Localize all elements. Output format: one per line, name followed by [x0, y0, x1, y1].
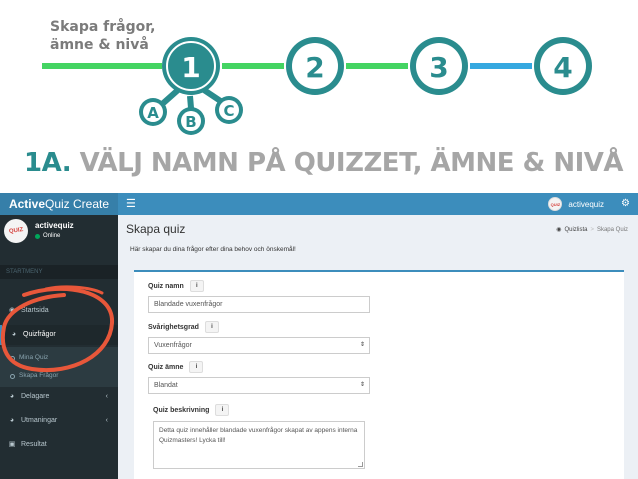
- sidebar-item-resultat[interactable]: ▣ Resultat: [0, 435, 118, 455]
- quiz-name-label: Quiz namn i: [148, 280, 204, 292]
- sidebar-item-label: Quizfrågor: [23, 331, 56, 338]
- user-menu[interactable]: QUIZ activequiz: [548, 196, 604, 212]
- step-3-label: 3: [429, 51, 448, 84]
- gears-icon[interactable]: ⚙: [621, 193, 630, 215]
- page-heading: 1A. VÄLJ NAMN PÅ QUIZZET, ÄMNE & NIVÅ: [24, 148, 624, 178]
- step-line-svg: 1 2 3 4 A B C: [42, 37, 592, 135]
- sidebar-item-label: Utmaningar: [21, 417, 58, 424]
- user-panel: QUIZ activequiz Online: [4, 219, 114, 253]
- quiz-name-input[interactable]: Blandade vuxenfrågor: [148, 296, 370, 313]
- user-name: activequiz: [35, 221, 74, 230]
- info-button[interactable]: i: [215, 404, 230, 416]
- substep-b-label: B: [185, 113, 196, 131]
- submenu-label: Skapa Frågor: [19, 372, 59, 379]
- page-title: Skapa quiz: [126, 222, 186, 236]
- brand-bold: Active: [8, 197, 45, 211]
- avatar: QUIZ: [4, 219, 28, 243]
- info-button[interactable]: i: [204, 321, 219, 333]
- sidebar-item-label: Startsida: [21, 307, 49, 314]
- substep-a-label: A: [147, 104, 159, 122]
- breadcrumb-separator: >: [590, 226, 594, 233]
- user-avatar-small: QUIZ: [548, 197, 563, 211]
- step-4-label: 4: [553, 51, 572, 84]
- hamburger-icon[interactable]: ☰: [126, 193, 136, 215]
- heading-number: 1A.: [24, 148, 72, 178]
- sidebar-header: STARTMENY: [0, 265, 118, 279]
- dashboard-icon: ◉: [556, 227, 562, 233]
- submenu-item-mina-quiz[interactable]: Mina Quiz: [0, 349, 118, 367]
- user-status: Online: [35, 233, 60, 239]
- app-screenshot: ActiveQuiz Create ☰ QUIZ activequiz ⚙ QU…: [0, 193, 638, 479]
- pie-chart-icon: ◕: [9, 417, 15, 424]
- laptop-icon: ▣: [8, 441, 16, 448]
- description-textarea[interactable]: Detta quiz innehåller blandade vuxenfråg…: [153, 421, 365, 469]
- label-text: Svårighetsgrad: [148, 323, 199, 331]
- select-value: Blandat: [154, 382, 178, 389]
- difficulty-label: Svårighetsgrad i: [148, 321, 219, 333]
- subject-label: Quiz ämne i: [148, 361, 204, 373]
- avatar-text: QUIZ: [8, 227, 24, 235]
- main-content: Skapa quiz ◉ Quizlista > Skapa Quiz Här …: [118, 215, 638, 479]
- step-2-label: 2: [305, 51, 324, 84]
- quiz-form-box: Quiz namn i Blandade vuxenfrågor Svårigh…: [134, 270, 624, 479]
- chevron-left-icon: ‹: [105, 393, 108, 400]
- screenshot-root: Skapa frågor, ämne & nivå 1 2 3 4 A B C …: [0, 0, 638, 479]
- step-progress-graphic: Skapa frågor, ämne & nivå 1 2 3 4 A B C …: [0, 0, 638, 190]
- resize-grip-icon[interactable]: [358, 462, 363, 467]
- breadcrumb-quizlista[interactable]: Quizlista: [564, 227, 587, 233]
- brand-logo[interactable]: ActiveQuiz Create: [0, 193, 118, 215]
- submenu-label: Mina Quiz: [19, 354, 49, 361]
- circle-icon: [10, 355, 15, 361]
- submenu-item-skapa-fragor[interactable]: Skapa Frågor: [0, 367, 118, 385]
- status-text: Online: [43, 233, 61, 239]
- sidebar-item-label: Resultat: [21, 441, 47, 448]
- sidebar: QUIZ activequiz Online STARTMENY ◉ Start…: [0, 215, 118, 479]
- sidebar-item-delagare[interactable]: ◕ Delagare ‹: [0, 387, 118, 407]
- label-text: Quiz ämne: [148, 363, 184, 371]
- sidebar-item-label: Delagare: [21, 393, 50, 400]
- circle-icon: [10, 373, 15, 379]
- select-value: Vuxenfrågor: [154, 342, 192, 349]
- quizfragor-submenu: Mina Quiz Skapa Frågor: [0, 347, 118, 387]
- subject-select[interactable]: Blandat ⇕: [148, 377, 370, 394]
- pie-chart-icon: ◕: [9, 393, 15, 400]
- info-button[interactable]: i: [189, 280, 204, 292]
- info-button[interactable]: i: [189, 361, 204, 373]
- select-arrows-icon: ⇕: [359, 342, 365, 348]
- substep-c-label: C: [223, 102, 234, 120]
- breadcrumb-current: Skapa Quiz: [596, 226, 628, 233]
- heading-text: VÄLJ NAMN PÅ QUIZZET, ÄMNE & NIVÅ: [79, 148, 624, 178]
- select-arrows-icon: ⇕: [359, 382, 365, 388]
- label-text: Quiz beskrivning: [153, 406, 210, 414]
- online-dot-icon: [35, 233, 40, 239]
- difficulty-select[interactable]: Vuxenfrågor ⇕: [148, 337, 370, 354]
- step-1-label: 1: [181, 51, 200, 84]
- sidebar-item-quizfragor[interactable]: ◕ Quizfrågor: [0, 325, 118, 345]
- pie-chart-icon: ◕: [11, 331, 17, 338]
- sidebar-item-startsida[interactable]: ◉ Startsida: [0, 301, 118, 321]
- topbar-username: activequiz: [568, 199, 604, 209]
- breadcrumb: ◉ Quizlista > Skapa Quiz: [556, 226, 628, 234]
- label-text: Quiz namn: [148, 282, 184, 290]
- description-label: Quiz beskrivning i: [153, 404, 230, 416]
- page-description: Här skapar du dina frågor efter dina beh…: [130, 246, 296, 253]
- chevron-left-icon: ‹: [105, 417, 108, 424]
- sidebar-item-utmaningar[interactable]: ◕ Utmaningar ‹: [0, 411, 118, 431]
- textarea-value: Detta quiz innehåller blandade vuxenfråg…: [159, 427, 358, 444]
- branch-b: [187, 95, 194, 109]
- top-navbar: ActiveQuiz Create ☰ QUIZ activequiz ⚙: [0, 193, 638, 215]
- brand-rest: Quiz Create: [45, 197, 110, 211]
- dashboard-icon: ◉: [8, 307, 16, 314]
